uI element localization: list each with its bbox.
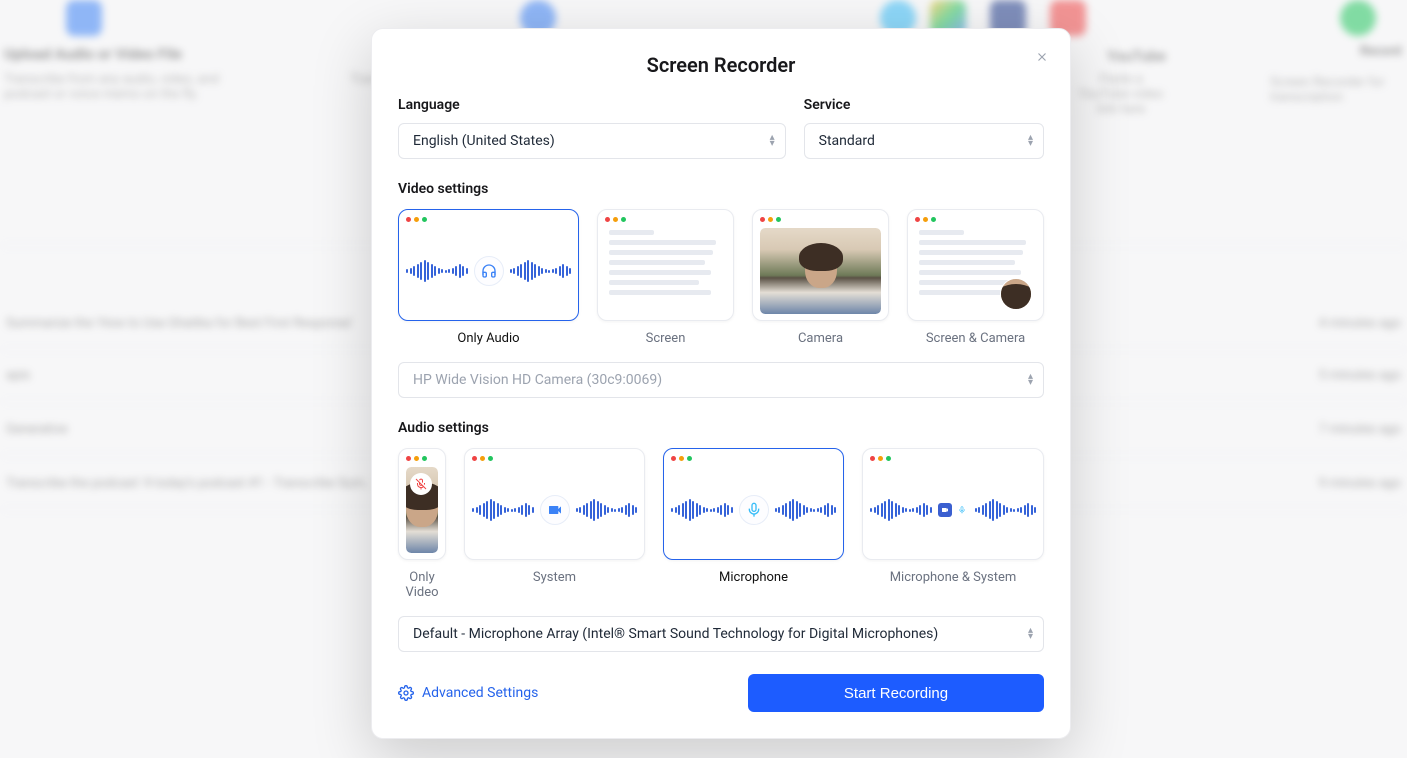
advanced-settings-link[interactable]: Advanced Settings <box>398 685 538 701</box>
waveform-icon <box>671 499 733 521</box>
video-settings-label: Video settings <box>398 181 1044 197</box>
pip-camera-thumbnail <box>1000 278 1032 310</box>
option-label: Screen <box>646 331 686 346</box>
option-label: Screen & Camera <box>926 331 1025 346</box>
waveform-icon <box>870 499 932 521</box>
service-select[interactable]: Standard ▴▾ <box>804 123 1044 159</box>
bg-icon-upload <box>66 0 102 36</box>
video-camera-icon <box>540 495 570 525</box>
audio-option-mic-system[interactable]: Microphone & System <box>862 448 1044 600</box>
service-value: Standard <box>819 133 875 149</box>
language-select[interactable]: English (United States) ▴▾ <box>398 123 786 159</box>
select-chevrons-icon: ▴▾ <box>1028 628 1033 640</box>
audio-option-microphone[interactable]: Microphone <box>663 448 844 600</box>
waveform-icon <box>975 499 1037 521</box>
video-camera-icon <box>938 503 952 517</box>
service-label: Service <box>804 97 1044 113</box>
select-chevrons-icon: ▴▾ <box>1028 135 1033 147</box>
select-chevrons-icon: ▴▾ <box>1028 374 1033 386</box>
option-label: Only Audio <box>457 331 519 346</box>
bg-icon-record <box>1340 0 1376 36</box>
video-option-screen-camera[interactable]: Screen & Camera <box>907 209 1044 346</box>
headphones-icon <box>474 256 504 286</box>
video-option-screen[interactable]: Screen <box>597 209 734 346</box>
waveform-icon <box>510 260 572 282</box>
camera-preview-thumbnail <box>760 228 881 314</box>
waveform-icon <box>576 499 638 521</box>
microphone-icon <box>739 495 769 525</box>
microphone-device-select[interactable]: Default - Microphone Array (Intel® Smart… <box>398 616 1044 652</box>
modal-title: Screen Recorder <box>398 53 1044 77</box>
bg-record-desc: Screen Recorder for transcription <box>1270 75 1407 105</box>
camera-device-select[interactable]: HP Wide Vision HD Camera (30c9:0069) ▴▾ <box>398 362 1044 398</box>
bg-upload-desc: Transcribe from any audio, video, and po… <box>4 72 264 102</box>
bg-youtube-title: YouTube <box>1076 47 1166 65</box>
audio-option-only-video[interactable]: Only Video <box>398 448 446 600</box>
select-chevrons-icon: ▴▾ <box>770 135 775 147</box>
option-label: Microphone <box>719 570 788 585</box>
advanced-settings-label: Advanced Settings <box>422 685 538 701</box>
microphone-device-value: Default - Microphone Array (Intel® Smart… <box>413 626 938 642</box>
video-option-only-audio[interactable]: Only Audio <box>398 209 579 346</box>
bg-record-title: Record <box>1360 44 1401 59</box>
gear-icon <box>398 685 414 701</box>
mic-off-icon <box>410 473 432 495</box>
waveform-icon <box>472 499 534 521</box>
start-recording-button[interactable]: Start Recording <box>748 674 1044 712</box>
bg-youtube-desc: Paste a YouTube video link here <box>1076 72 1166 117</box>
waveform-icon <box>775 499 837 521</box>
option-label: System <box>533 570 576 585</box>
close-icon <box>1035 50 1049 64</box>
bg-upload-title: Upload Audio or Video File <box>4 45 182 63</box>
camera-device-value: HP Wide Vision HD Camera (30c9:0069) <box>413 372 662 388</box>
option-label: Only Video <box>398 570 446 600</box>
audio-settings-label: Audio settings <box>398 420 1044 436</box>
language-label: Language <box>398 97 786 113</box>
microphone-icon <box>955 503 969 517</box>
waveform-icon <box>406 260 468 282</box>
audio-option-system[interactable]: System <box>464 448 645 600</box>
language-value: English (United States) <box>413 133 555 149</box>
option-label: Camera <box>798 331 843 346</box>
screen-recorder-modal: Screen Recorder Language English (United… <box>371 28 1071 739</box>
option-label: Microphone & System <box>890 570 1017 585</box>
close-button[interactable] <box>1028 43 1056 71</box>
video-option-camera[interactable]: Camera <box>752 209 889 346</box>
